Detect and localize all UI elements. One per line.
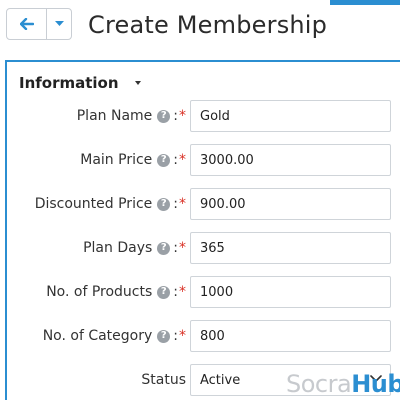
page-title: Create Membership [88, 11, 328, 39]
plan-name-label: Plan Name [76, 108, 153, 124]
label-colon: : [173, 284, 178, 300]
help-icon[interactable]: ? [157, 329, 171, 343]
label-colon: : [173, 196, 178, 212]
label-colon: : [173, 108, 178, 124]
form-row-no-of-category: No. of Category ? : * [7, 320, 400, 352]
form-row-main-price: Main Price ? : * [7, 144, 400, 176]
required-mark: * [179, 328, 186, 344]
arrow-left-icon [19, 18, 34, 30]
caret-down-icon [134, 81, 141, 85]
main-price-label: Main Price [80, 152, 153, 168]
watermark-text-hub: Hub [351, 370, 400, 398]
form-row-plan-days: Plan Days ? : * [7, 232, 400, 264]
top-accent-bar [330, 0, 400, 5]
form-row-discounted-price: Discounted Price ? : * [7, 188, 400, 220]
back-button[interactable] [7, 9, 47, 39]
help-icon[interactable]: ? [157, 285, 171, 299]
nav-button-group [6, 8, 72, 40]
section-header[interactable]: Information [19, 74, 141, 92]
watermark-logo: Socra Hub [286, 370, 400, 398]
help-icon[interactable]: ? [157, 197, 171, 211]
form-row-no-of-products: No. of Products ? : * [7, 276, 400, 308]
information-panel: Information Plan Name ? : * Main Price ?… [5, 60, 400, 400]
no-of-products-label: No. of Products [46, 284, 153, 300]
discounted-price-label: Discounted Price [34, 196, 153, 212]
required-mark: * [179, 108, 186, 124]
help-icon[interactable]: ? [157, 153, 171, 167]
plan-name-input[interactable] [190, 100, 391, 132]
no-of-category-label: No. of Category [42, 328, 153, 344]
no-of-products-input[interactable] [190, 276, 391, 308]
required-mark: * [179, 196, 186, 212]
discounted-price-input[interactable] [190, 188, 391, 220]
no-of-category-input[interactable] [190, 320, 391, 352]
help-icon[interactable]: ? [157, 241, 171, 255]
form-row-plan-name: Plan Name ? : * [7, 100, 400, 132]
required-mark: * [179, 284, 186, 300]
nav-menu-button[interactable] [47, 9, 71, 39]
help-icon[interactable]: ? [157, 109, 171, 123]
label-colon: : [173, 328, 178, 344]
section-title: Information [19, 74, 119, 92]
watermark-text-socra: Socra [286, 370, 352, 398]
plan-days-input[interactable] [190, 232, 391, 264]
main-price-input[interactable] [190, 144, 391, 176]
label-colon: : [173, 240, 178, 256]
status-select-value: Active [200, 372, 241, 388]
required-mark: * [179, 240, 186, 256]
plan-days-label: Plan Days [83, 240, 153, 256]
caret-down-icon [54, 21, 64, 26]
status-label: Status [141, 372, 186, 388]
required-mark: * [179, 152, 186, 168]
label-colon: : [173, 152, 178, 168]
